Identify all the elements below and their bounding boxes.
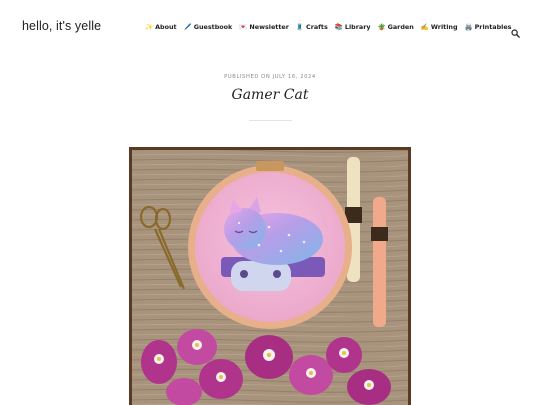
- nav-label: Garden: [387, 23, 414, 31]
- nav-label: About: [155, 23, 177, 31]
- books-icon: 📚: [334, 22, 343, 31]
- nav-item-library[interactable]: 📚 Library: [335, 23, 371, 31]
- post-meta: PUBLISHED ON JULY 16, 2024: [224, 74, 316, 80]
- nav-item-guestbook[interactable]: 🖊️ Guestbook: [184, 23, 233, 31]
- main-nav: ✨ About 🖊️ Guestbook 💌 Newsletter 🧵 Craf…: [145, 23, 511, 31]
- title-divider: [249, 120, 292, 121]
- post-title: Gamer Cat: [231, 87, 309, 103]
- nav-label: Crafts: [306, 23, 328, 31]
- nav-label: Library: [344, 23, 371, 31]
- writing-hand-icon: ✍️: [420, 22, 429, 31]
- nav-item-crafts[interactable]: 🧵 Crafts: [296, 23, 328, 31]
- nav-item-newsletter[interactable]: 💌 Newsletter: [239, 23, 289, 31]
- nav-item-printables[interactable]: 🖨️ Printables: [465, 23, 512, 31]
- sparkles-icon: ✨: [145, 22, 154, 31]
- love-letter-icon: 💌: [239, 22, 248, 31]
- site-title[interactable]: hello, it's yelle: [22, 19, 101, 33]
- featured-image: [129, 147, 411, 405]
- nav-item-writing[interactable]: ✍️ Writing: [421, 23, 458, 31]
- gamer-cat-cross-stitch-photo: [129, 147, 411, 405]
- nav-label: Printables: [474, 23, 512, 31]
- printer-icon: 🖨️: [464, 22, 473, 31]
- nav-label: Guestbook: [193, 23, 233, 31]
- pen-icon: 🖊️: [183, 22, 192, 31]
- nav-label: Newsletter: [249, 23, 289, 31]
- search-icon: [511, 29, 520, 38]
- thread-icon: 🧵: [295, 22, 304, 31]
- nav-item-garden[interactable]: 🪴 Garden: [378, 23, 414, 31]
- nav-item-about[interactable]: ✨ About: [145, 23, 177, 31]
- search-button[interactable]: [511, 23, 520, 38]
- plant-icon: 🪴: [377, 22, 386, 31]
- nav-label: Writing: [430, 23, 458, 31]
